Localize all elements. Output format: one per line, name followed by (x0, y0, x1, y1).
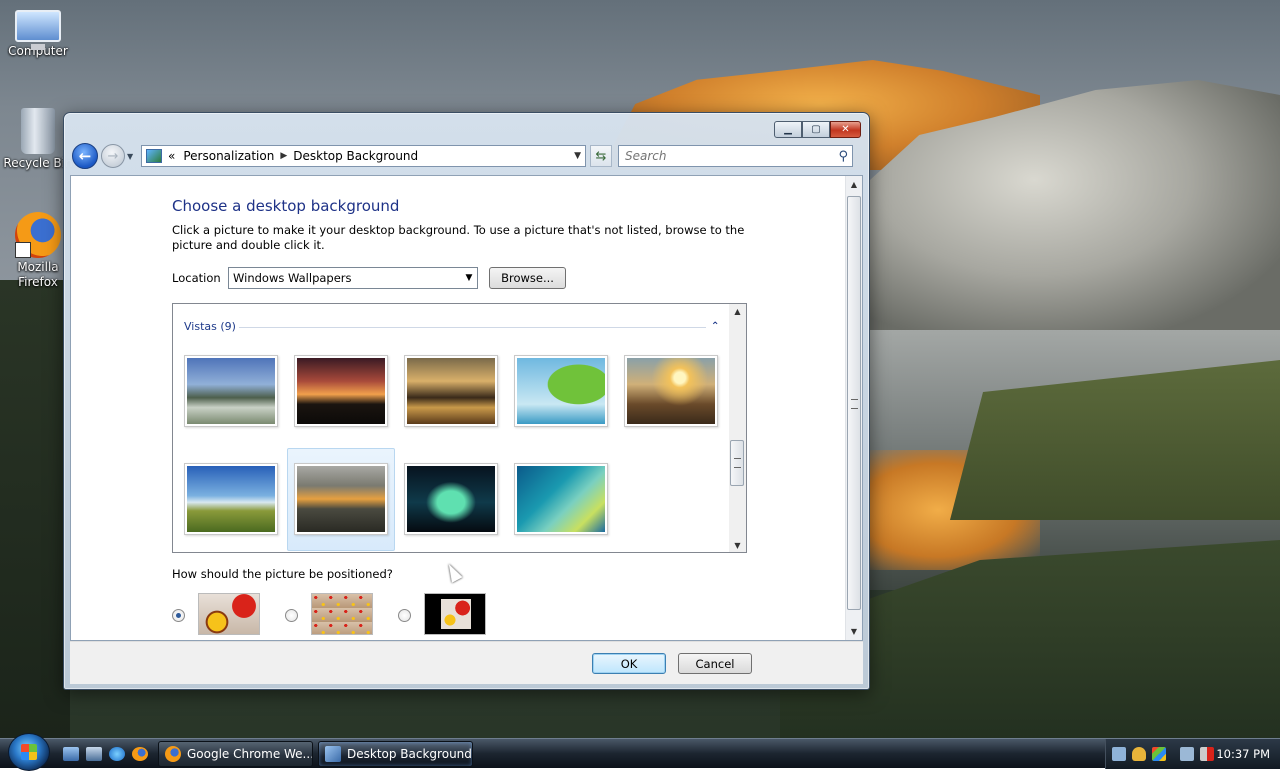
ok-button[interactable]: OK (592, 653, 666, 674)
recycle-bin-icon (21, 108, 55, 154)
start-button[interactable] (8, 733, 50, 771)
position-center-preview[interactable] (424, 593, 486, 635)
scroll-thumb[interactable] (847, 196, 861, 610)
wallpaper-thumb[interactable] (184, 355, 278, 427)
maximize-button[interactable]: ▢ (802, 121, 830, 138)
firefox-icon (15, 212, 61, 258)
computer-icon (15, 10, 61, 50)
scroll-up-icon[interactable]: ▲ (846, 176, 862, 193)
refresh-button[interactable]: ⇆ (590, 145, 612, 167)
position-label: How should the picture be positioned? (172, 567, 393, 581)
monitor-icon[interactable] (1180, 747, 1194, 761)
position-tile-radio[interactable] (285, 609, 298, 622)
switch-windows-icon[interactable] (86, 747, 102, 761)
address-dropdown-icon[interactable]: ▼ (574, 151, 581, 161)
position-fill-preview[interactable] (198, 593, 260, 635)
gallery-scrollbar[interactable]: ▲ ▼ (729, 304, 746, 552)
search-icon[interactable]: ⚲ (838, 149, 848, 164)
wallpaper-image (187, 358, 275, 424)
wallpaper-thumb[interactable] (404, 355, 498, 427)
breadcrumb-personalization[interactable]: Personalization (183, 149, 274, 163)
taskbar-item-label: Desktop Background (347, 747, 472, 761)
internet-explorer-icon[interactable] (109, 747, 125, 761)
search-input[interactable] (623, 148, 839, 164)
caption-buttons: ▁ ▢ ✕ (774, 121, 861, 138)
wallpaper-image (407, 358, 495, 424)
desktop-icon-computer[interactable]: Computer (0, 4, 76, 59)
back-button[interactable]: ← (72, 143, 98, 169)
desktop-background-window: ▁ ▢ ✕ ← → ▼ « Personalization ▶ Desktop … (63, 112, 870, 690)
close-button[interactable]: ✕ (830, 121, 861, 138)
wallpaper-image (517, 466, 605, 532)
wallpaper-thumb[interactable] (514, 463, 608, 535)
wallpaper-trees (0, 280, 70, 740)
content-area: Choose a desktop background Click a pict… (70, 175, 863, 641)
chevron-down-icon: ▼ (127, 151, 134, 161)
taskbar-item-desktop-background[interactable]: Desktop Background (318, 741, 473, 767)
system-tray: 10:37 PM (1105, 739, 1280, 769)
volume-muted-icon[interactable] (1200, 747, 1214, 761)
position-fill-radio[interactable] (172, 609, 185, 622)
clock[interactable]: 10:37 PM (1216, 747, 1270, 761)
breadcrumb-overflow[interactable]: « (168, 149, 175, 163)
page-title: Choose a desktop background (172, 197, 400, 215)
breadcrumb-separator-icon[interactable]: ▶ (280, 151, 287, 161)
network-icon[interactable] (1112, 747, 1126, 761)
arrow-right-icon: → (107, 148, 119, 164)
group-divider (239, 327, 706, 328)
display-icon (325, 746, 341, 762)
show-desktop-icon[interactable] (63, 747, 79, 761)
wallpaper-thumb[interactable] (184, 463, 278, 535)
page-description: Click a picture to make it your desktop … (172, 223, 745, 252)
wallpaper-thumb-selected[interactable] (294, 463, 388, 535)
address-bar[interactable]: « Personalization ▶ Desktop Background ▼ (141, 145, 586, 167)
arrow-left-icon: ← (78, 147, 92, 165)
taskbar-item-chrome[interactable]: Google Chrome We... (158, 741, 313, 767)
wallpaper-image (297, 466, 385, 532)
windows-flag-icon[interactable] (1152, 747, 1166, 761)
scroll-down-icon[interactable]: ▼ (729, 538, 746, 552)
cancel-button[interactable]: Cancel (678, 653, 752, 674)
shield-icon[interactable] (1132, 747, 1146, 761)
wallpaper-image (407, 466, 495, 532)
wallpaper-image (187, 466, 275, 532)
position-center-radio[interactable] (398, 609, 411, 622)
content-scrollbar[interactable]: ▲ ▼ (845, 176, 862, 640)
wallpaper-image (627, 358, 715, 424)
taskbar-item-label: Google Chrome We... (187, 747, 313, 761)
wallpaper-thumb[interactable] (404, 463, 498, 535)
dialog-footer: OK Cancel (70, 641, 863, 684)
wallpaper-thumb[interactable] (624, 355, 718, 427)
firefox-icon (165, 746, 181, 762)
location-select[interactable]: Windows Wallpapers ▼ (228, 267, 478, 289)
scroll-thumb[interactable] (730, 440, 744, 486)
wallpaper-thumb[interactable] (294, 355, 388, 427)
history-dropdown[interactable]: ▼ (127, 152, 137, 161)
wallpaper-thumb[interactable] (514, 355, 608, 427)
search-box[interactable]: ⚲ (618, 145, 853, 167)
wallpaper-gallery: Vistas (9) ⌃ ▲ ▼ (172, 303, 747, 553)
group-header[interactable]: Vistas (9) (184, 320, 236, 333)
breadcrumb-desktop-background[interactable]: Desktop Background (293, 149, 418, 163)
wallpaper-image (517, 358, 605, 424)
scroll-up-icon[interactable]: ▲ (729, 304, 746, 318)
collapse-icon[interactable]: ⌃ (711, 321, 719, 332)
chevron-down-icon: ▼ (465, 273, 473, 283)
taskbar: Google Chrome We... Desktop Background 1… (0, 733, 1280, 771)
forward-button[interactable]: → (101, 144, 125, 168)
firefox-icon[interactable] (132, 747, 148, 761)
control-panel-icon (146, 149, 162, 163)
minimize-button[interactable]: ▁ (774, 121, 802, 138)
scroll-down-icon[interactable]: ▼ (846, 623, 862, 640)
location-label: Location (172, 271, 221, 285)
refresh-icon: ⇆ (595, 148, 607, 164)
navigation-bar: ← → ▼ « Personalization ▶ Desktop Backgr… (72, 143, 861, 169)
position-tile-preview[interactable] (311, 593, 373, 635)
location-select-value: Windows Wallpapers (233, 271, 352, 285)
wallpaper-image (297, 358, 385, 424)
browse-button[interactable]: Browse... (489, 267, 566, 289)
